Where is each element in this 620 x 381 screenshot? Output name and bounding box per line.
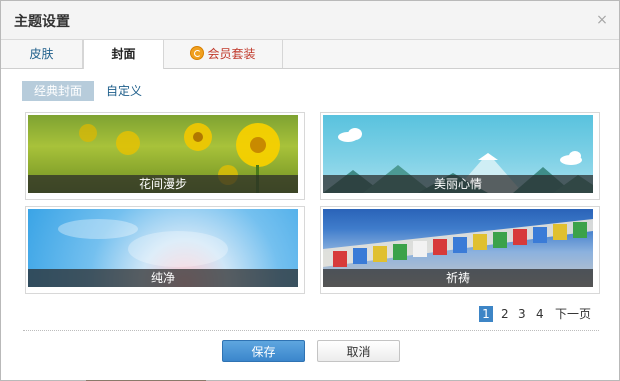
tab-cover-label: 封面 [111,47,136,61]
cover-card[interactable]: 纯净 [25,206,305,294]
cover-thumbnail: 美丽心情 [323,115,593,193]
page-link-4[interactable]: 4 [536,306,544,322]
cover-thumbnail: 纯净 [28,209,298,287]
main-tabs: 皮肤 封面 会员套装 [1,40,619,69]
subtab-custom-label: 自定义 [105,84,142,98]
cover-card[interactable]: 祈祷 [320,206,600,294]
next-page-link[interactable]: 下一页 [555,306,595,322]
tab-vip-suite-label: 会员套装 [207,47,256,61]
page-link-3[interactable]: 3 [518,306,526,322]
tab-skin-label: 皮肤 [29,47,54,61]
save-button[interactable]: 保存 [222,340,305,362]
tab-vip-suite[interactable]: 会员套装 [164,40,283,68]
cover-card[interactable]: 美丽心情 [320,112,600,200]
subtab-classic-covers[interactable]: 经典封面 [22,81,94,101]
page-link-2[interactable]: 2 [501,306,509,322]
cover-thumbnail: 祈祷 [323,209,593,287]
cancel-button[interactable]: 取消 [317,340,400,362]
theme-settings-dialog: 主题设置 × 皮肤 封面 会员套装 经典封面 自定义 花间漫步 美丽心情 纯净 … [0,0,620,381]
subtab-custom[interactable]: 自定义 [104,81,144,101]
tab-skin[interactable]: 皮肤 [1,40,83,68]
cover-caption: 花间漫步 [28,175,298,193]
cover-card[interactable]: 花间漫步 [25,112,305,200]
subtab-classic-covers-label: 经典封面 [33,84,82,98]
cover-thumbnail: 花间漫步 [28,115,298,193]
vip-coin-icon [190,46,205,60]
footer-divider [23,330,599,331]
cover-caption: 美丽心情 [323,175,593,193]
dialog-titlebar: 主题设置 × [1,1,619,40]
page-link-1[interactable]: 1 [479,306,493,322]
close-icon[interactable]: × [595,13,609,27]
dialog-title: 主题设置 [14,14,70,30]
cover-caption: 纯净 [28,269,298,287]
tab-cover[interactable]: 封面 [83,40,164,69]
cover-caption: 祈祷 [323,269,593,287]
